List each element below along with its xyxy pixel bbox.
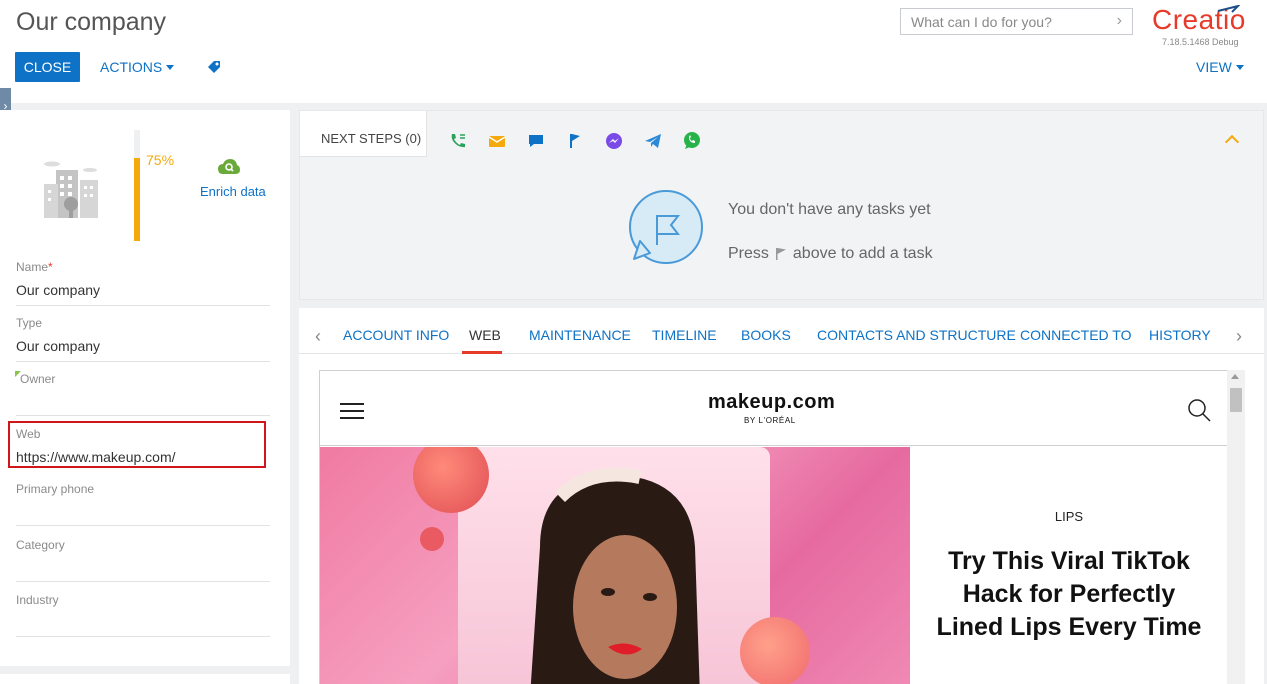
site-header: makeup.com BY L'ORÉAL <box>320 371 1228 446</box>
industry-field[interactable]: Industry <box>16 593 270 637</box>
required-marker: * <box>48 260 53 274</box>
type-label: Type <box>16 316 43 330</box>
owner-field[interactable]: Owner <box>16 372 270 416</box>
empty-hint-rest: above to add a task <box>792 245 933 262</box>
owner-value[interactable] <box>16 394 270 414</box>
primary-phone-label: Primary phone <box>16 482 95 496</box>
type-field[interactable]: Type Our company <box>16 316 270 362</box>
tabs-bar: ‹ ACCOUNT INFO WEB MAINTENANCE TIMELINE … <box>299 308 1264 354</box>
category-value[interactable] <box>16 560 270 580</box>
web-field[interactable]: Web https://www.makeup.com/ <box>16 427 270 469</box>
hamburger-menu-icon[interactable] <box>340 403 364 424</box>
messenger-icon[interactable] <box>604 131 624 151</box>
next-steps-label: NEXT STEPS (0) <box>321 131 422 146</box>
tab-maintenance[interactable]: MAINTENANCE <box>529 327 631 343</box>
industry-value[interactable] <box>16 615 270 635</box>
primary-phone-value[interactable] <box>16 504 270 524</box>
web-link[interactable]: https://www.makeup.com/ <box>16 449 270 469</box>
record-header: Our company CLOSE ACTIONS What can I do … <box>0 0 1267 103</box>
view-button[interactable]: VIEW <box>1196 59 1244 75</box>
actions-button[interactable]: ACTIONS <box>100 59 175 75</box>
empty-tasks-icon <box>629 190 703 264</box>
category-label: Category <box>16 538 65 552</box>
close-button[interactable]: CLOSE <box>15 52 80 82</box>
tab-timeline[interactable]: TIMELINE <box>652 327 717 343</box>
phone-icon[interactable] <box>448 131 468 151</box>
chevron-down-icon <box>1235 64 1244 70</box>
tab-web[interactable]: WEB <box>469 327 501 343</box>
empty-tasks-title: You don't have any tasks yet <box>728 201 931 218</box>
name-label: Name* <box>16 260 270 274</box>
empty-hint-press: Press <box>728 245 769 262</box>
flag-icon[interactable] <box>565 131 585 151</box>
site-logo[interactable]: makeup.com <box>708 391 835 414</box>
scroll-thumb[interactable] <box>1230 388 1242 412</box>
field-underline <box>16 636 270 637</box>
name-value[interactable]: Our company <box>16 282 270 302</box>
article-card[interactable]: LIPS Try This Viral TikTok Hack for Perf… <box>910 447 1228 684</box>
tabs-panel: ‹ ACCOUNT INFO WEB MAINTENANCE TIMELINE … <box>299 308 1264 684</box>
website-scrollbar[interactable] <box>1227 370 1245 684</box>
company-building-icon <box>44 161 98 218</box>
article-headline[interactable]: Try This Viral TikTok Hack for Perfectly… <box>930 545 1208 644</box>
actions-label: ACTIONS <box>100 59 163 75</box>
chevron-up-icon[interactable] <box>1224 134 1240 150</box>
decor-circle <box>420 527 444 551</box>
tab-history[interactable]: HISTORY <box>1149 327 1211 343</box>
completeness-label: 75% <box>146 152 175 168</box>
completeness-bar <box>134 158 140 241</box>
tag-icon[interactable] <box>206 59 222 75</box>
category-field[interactable]: Category <box>16 538 270 582</box>
field-underline <box>16 415 270 416</box>
profile-card: 75% Enrich data Name* Our company Type O… <box>0 110 290 666</box>
type-value[interactable]: Our company <box>16 338 270 358</box>
cloud-search-icon[interactable] <box>217 158 241 176</box>
field-underline <box>16 581 270 582</box>
tab-books[interactable]: BOOKS <box>741 327 791 343</box>
decor-circle <box>740 617 810 684</box>
tab-connected-to[interactable]: CONNECTED TO <box>1020 327 1132 343</box>
site-logo-sub: BY L'ORÉAL <box>744 416 796 425</box>
tabs-scroll-right-icon[interactable]: › <box>1236 326 1242 347</box>
owner-label: Owner <box>20 372 56 386</box>
email-icon[interactable] <box>487 131 507 151</box>
scroll-up-icon[interactable] <box>1231 374 1239 379</box>
logo-swoosh-icon <box>1217 5 1240 13</box>
hero-image[interactable] <box>320 447 910 684</box>
version-label: 7.18.5.1468 Debug <box>1162 37 1239 47</box>
chat-icon[interactable] <box>526 131 546 151</box>
page-title: Our company <box>16 8 167 36</box>
embedded-website[interactable]: makeup.com BY L'ORÉAL LIPS Try This Vira… <box>319 370 1229 684</box>
whatsapp-icon[interactable] <box>682 131 702 151</box>
telegram-icon[interactable] <box>643 131 663 151</box>
next-steps-actions <box>448 131 702 151</box>
next-steps-tab[interactable]: NEXT STEPS (0) <box>300 111 427 157</box>
web-label: Web <box>16 427 41 441</box>
industry-label: Industry <box>16 593 59 607</box>
profile-card-secondary <box>0 674 290 684</box>
name-field[interactable]: Name* Our company <box>16 260 270 306</box>
enrich-data-link[interactable]: Enrich data <box>200 184 266 199</box>
chevron-right-icon[interactable]: › <box>1117 12 1122 30</box>
primary-phone-field[interactable]: Primary phone <box>16 482 270 526</box>
tab-contacts-and-structure[interactable]: CONTACTS AND STRUCTURE <box>817 327 1016 343</box>
empty-tasks-hint: Press above to add a task <box>728 245 933 263</box>
command-search-input[interactable]: What can I do for you? › <box>900 8 1133 35</box>
article-category[interactable]: LIPS <box>910 509 1228 524</box>
field-underline <box>16 525 270 526</box>
tabs-scroll-left-icon[interactable]: ‹ <box>315 326 321 347</box>
field-underline <box>16 305 270 306</box>
name-label-text: Name <box>16 260 49 274</box>
tab-account-info[interactable]: ACCOUNT INFO <box>343 327 449 343</box>
flag-hint-icon <box>775 248 786 260</box>
site-search-icon[interactable] <box>1186 397 1212 423</box>
field-underline <box>16 361 270 362</box>
view-label: VIEW <box>1196 59 1232 75</box>
next-steps-panel: NEXT STEPS (0) You don't have any tasks … <box>299 110 1264 300</box>
active-tab-indicator <box>462 351 502 354</box>
search-placeholder: What can I do for you? <box>911 13 1052 30</box>
chevron-down-icon <box>166 64 175 70</box>
portrait-image <box>530 467 700 684</box>
